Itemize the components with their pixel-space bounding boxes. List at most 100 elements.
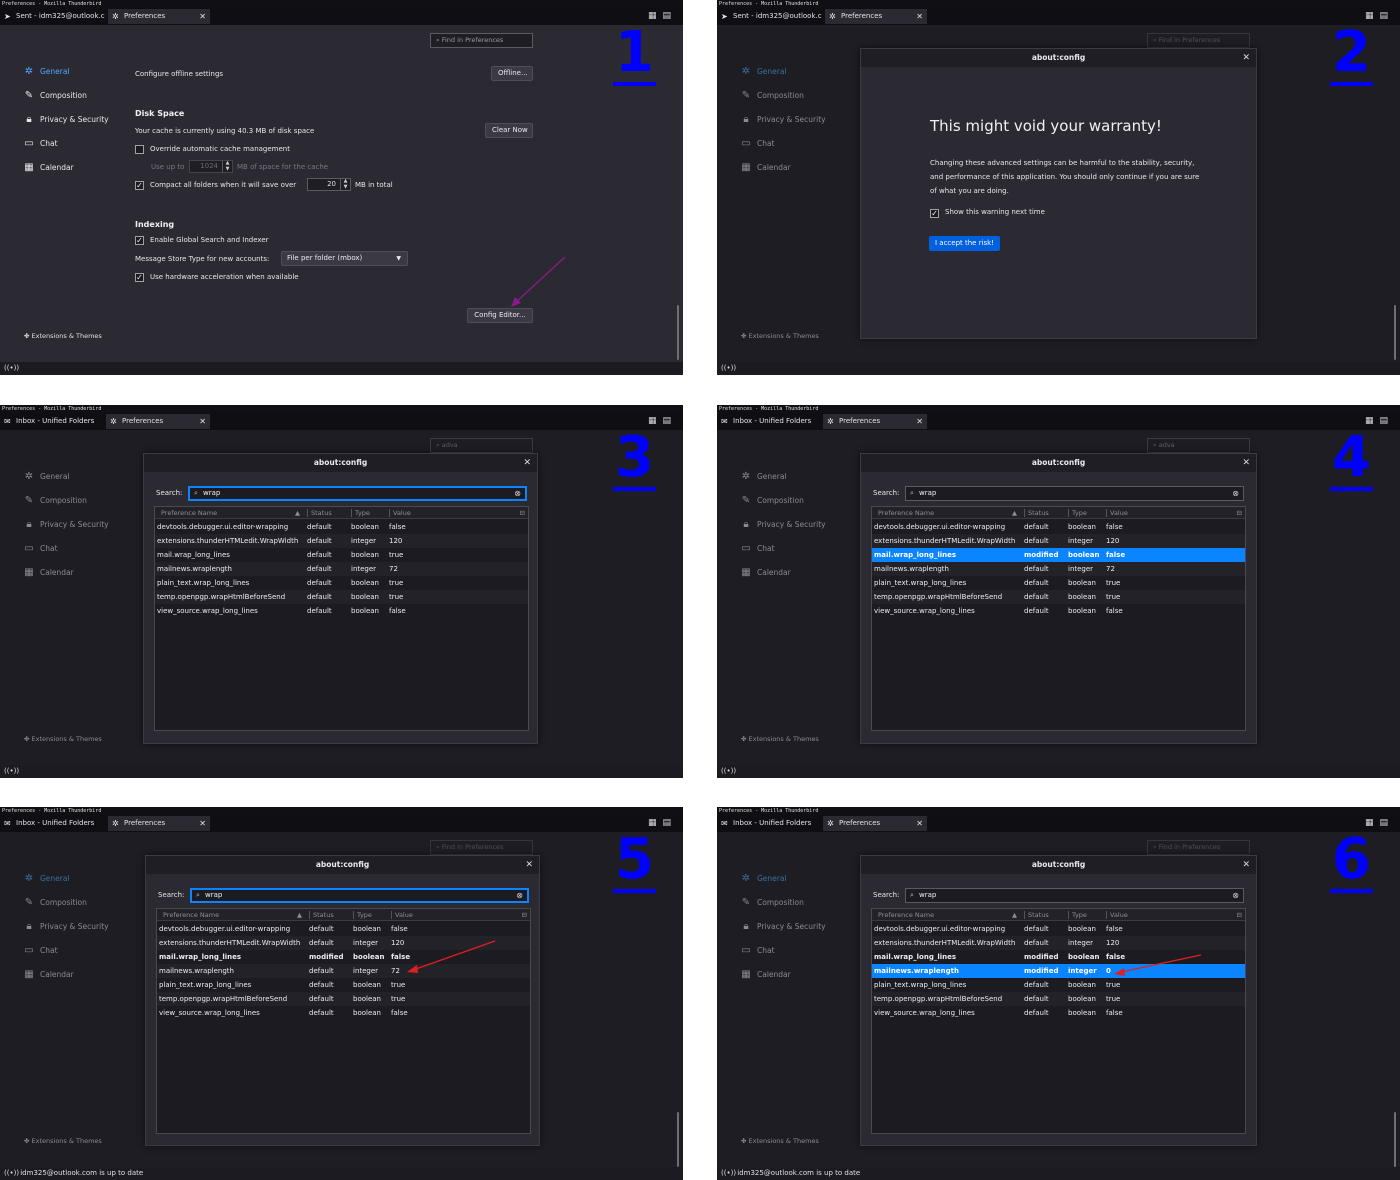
clear-now-button[interactable]: Clear Now [485, 123, 533, 138]
extensions-themes-link[interactable]: ✤ Extensions & Themes [741, 332, 819, 340]
extensions-themes-link[interactable]: ✤ Extensions & Themes [24, 332, 102, 340]
table-row[interactable]: view_source.wrap_long_lines default boolea… [155, 604, 528, 618]
compact-threshold-stepper[interactable]: ▲ ▼ [340, 178, 350, 190]
table-row[interactable]: temp.openpgp.wrapHtmlBeforeSend default bo… [872, 590, 1245, 604]
compact-threshold-input[interactable]: 20 ▲ ▼ [307, 178, 351, 191]
table-row[interactable]: extensions.thunderHTMLedit.WrapWidth defa… [155, 534, 528, 548]
close-tab-icon[interactable]: ✕ [916, 414, 923, 429]
tab-inbox[interactable]: ✉ Inbox - Unified Folders [717, 414, 823, 429]
sidebar-item-privacy[interactable]: 🔒︎ Privacy & Security [739, 518, 825, 532]
extensions-themes-link[interactable]: ✤ Extensions & Themes [741, 735, 819, 743]
scrollbar[interactable] [677, 305, 679, 360]
column-picker-icon[interactable]: ⊟ [1237, 507, 1242, 519]
sidebar-item-general[interactable]: ✲ General [22, 470, 70, 484]
hw-accel-checkbox[interactable]: ✓ [135, 273, 144, 282]
sidebar-item-calendar[interactable]: ▦ Calendar [22, 566, 73, 580]
sidebar-item-calendar[interactable]: ▦ Calendar [739, 968, 790, 982]
sidebar-item-composition[interactable]: ✎ Composition [22, 896, 87, 910]
extensions-themes-link[interactable]: ✤ Extensions & Themes [741, 1137, 819, 1145]
tab-preferences[interactable]: ✲ Preferences ✕ [823, 816, 927, 831]
extensions-themes-link[interactable]: ✤ Extensions & Themes [24, 1137, 102, 1145]
tab-preferences[interactable]: ✲ Preferences ✕ [108, 9, 210, 24]
config-editor-button[interactable]: Config Editor... [467, 308, 533, 323]
column-header[interactable]: Value [1110, 909, 1128, 921]
sidebar-item-privacy[interactable]: 🔒︎ Privacy & Security [22, 920, 108, 934]
sidebar-item-privacy[interactable]: 🔒︎ Privacy & Security [739, 113, 825, 127]
table-row[interactable]: mailnews.wraplength default integer 72 [155, 562, 528, 576]
table-row[interactable]: view_source.wrap_long_lines default boolea… [157, 1006, 530, 1020]
cache-size-stepper[interactable]: ▲ ▼ [222, 160, 232, 172]
global-search-checkbox[interactable]: ✓ [135, 236, 144, 245]
tab-preferences[interactable]: ✲ Preferences ✕ [106, 414, 210, 429]
sidebar-item-composition[interactable]: ✎ Composition [22, 494, 87, 508]
sidebar-item-chat[interactable]: ▭ Chat [739, 542, 774, 556]
table-row[interactable]: view_source.wrap_long_lines default boolea… [872, 1006, 1245, 1020]
column-separator[interactable] [1106, 509, 1107, 517]
column-header[interactable]: Status [313, 909, 334, 921]
column-header[interactable]: Status [1028, 909, 1049, 921]
column-header[interactable]: Preference Name [878, 909, 934, 921]
column-header[interactable]: Preference Name [161, 507, 217, 519]
sidebar-item-chat[interactable]: ▭ Chat [22, 542, 57, 556]
column-separator[interactable] [353, 911, 354, 919]
tab-sent[interactable]: ➤ Sent - idm325@outlook.c [0, 9, 106, 24]
table-row[interactable]: mail.wrap_long_lines modified boolean false [872, 548, 1245, 562]
tab-sent[interactable]: ➤ Sent - idm325@outlook.c [717, 9, 823, 24]
table-row[interactable]: mail.wrap_long_lines default boolean true [155, 548, 528, 562]
clear-search-icon[interactable]: ⊗ [1232, 889, 1239, 902]
sidebar-item-chat[interactable]: ▭ Chat [22, 137, 57, 151]
table-row[interactable]: extensions.thunderHTMLedit.WrapWidth defa… [872, 936, 1245, 950]
column-separator[interactable] [309, 911, 310, 919]
sidebar-item-composition[interactable]: ✎ Composition [739, 896, 804, 910]
sidebar-item-privacy[interactable]: 🔒︎ Privacy & Security [22, 113, 108, 127]
column-separator[interactable] [351, 509, 352, 517]
column-separator[interactable] [1068, 911, 1069, 919]
close-icon[interactable]: ✕ [523, 454, 531, 472]
table-row[interactable]: mail.wrap_long_lines modified boolean false [157, 950, 530, 964]
scrollbar[interactable] [1394, 305, 1396, 360]
column-separator[interactable] [389, 509, 390, 517]
close-tab-icon[interactable]: ✕ [199, 816, 206, 831]
column-picker-icon[interactable]: ⊟ [1237, 909, 1242, 921]
table-row[interactable]: extensions.thunderHTMLedit.WrapWidth defa… [872, 534, 1245, 548]
accept-risk-button[interactable]: I accept the risk! [929, 236, 1001, 251]
tab-inbox[interactable]: ✉ Inbox - Unified Folders [0, 414, 106, 429]
sidebar-item-calendar[interactable]: ▦ Calendar [22, 161, 73, 175]
close-icon[interactable]: ✕ [1242, 454, 1250, 472]
store-type-select[interactable]: File per folder (mbox) ▼ [281, 251, 408, 266]
sidebar-item-calendar[interactable]: ▦ Calendar [739, 161, 790, 175]
column-header[interactable]: Value [393, 507, 411, 519]
show-warning-checkbox[interactable]: ✓ [930, 209, 939, 218]
column-picker-icon[interactable]: ⊟ [522, 909, 527, 921]
tab-inbox[interactable]: ✉ Inbox - Unified Folders [717, 816, 823, 831]
offline-button[interactable]: Offline... [491, 66, 533, 81]
table-row[interactable]: mailnews.wraplength default integer 72 [872, 562, 1245, 576]
column-separator[interactable] [1068, 509, 1069, 517]
sidebar-item-composition[interactable]: ✎ Composition [739, 494, 804, 508]
close-tab-icon[interactable]: ✕ [199, 414, 206, 429]
extensions-themes-link[interactable]: ✤ Extensions & Themes [24, 735, 102, 743]
sidebar-item-general[interactable]: ✲ General [22, 65, 70, 79]
config-search-input[interactable]: ⌕ wrap ⊗ [188, 486, 527, 501]
table-row[interactable]: devtools.debugger.ui.editor-wrapping defa… [155, 520, 528, 534]
config-search-input[interactable]: ⌕ wrap ⊗ [905, 486, 1244, 501]
sidebar-item-privacy[interactable]: 🔒︎ Privacy & Security [739, 920, 825, 934]
column-separator[interactable] [1106, 911, 1107, 919]
column-separator[interactable] [391, 911, 392, 919]
override-cache-checkbox[interactable] [135, 145, 144, 154]
close-tab-icon[interactable]: ✕ [916, 816, 923, 831]
sidebar-item-chat[interactable]: ▭ Chat [22, 944, 57, 958]
scrollbar[interactable] [1394, 1112, 1396, 1167]
clear-search-icon[interactable]: ⊗ [1232, 487, 1239, 500]
config-search-input[interactable]: ⌕ wrap ⊗ [190, 888, 529, 903]
close-icon[interactable]: ✕ [1242, 49, 1250, 67]
column-header[interactable]: Value [395, 909, 413, 921]
table-row[interactable]: mail.wrap_long_lines modified boolean false [872, 950, 1245, 964]
close-icon[interactable]: ✕ [1242, 856, 1250, 874]
table-row[interactable]: extensions.thunderHTMLedit.WrapWidth defa… [157, 936, 530, 950]
table-row[interactable]: mailnews.wraplength default integer 72 [157, 964, 530, 978]
table-row[interactable]: plain_text.wrap_long_lines default boolean… [872, 978, 1245, 992]
sidebar-item-general[interactable]: ✲ General [22, 872, 70, 886]
tab-preferences[interactable]: ✲ Preferences ✕ [823, 414, 927, 429]
column-header[interactable]: Type [355, 507, 370, 519]
